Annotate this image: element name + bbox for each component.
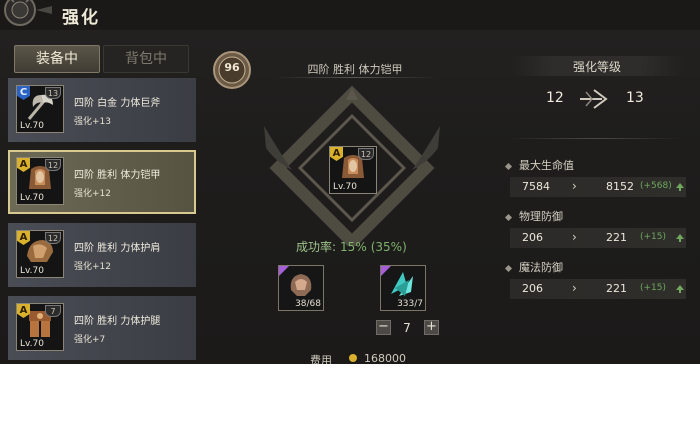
shield-badge: 12 <box>45 159 61 171</box>
stat-row: 206 › 221 (+15) <box>510 279 686 299</box>
list-item[interactable]: A 12 Lv.70 四阶 胜利 力体护肩 强化+12 <box>8 223 196 287</box>
item-slot: A 12 Lv.70 <box>16 157 64 205</box>
item-enhance: 强化+12 <box>74 262 111 272</box>
enhance-level-from: 12 <box>546 90 564 106</box>
stat-title: 魔法防御 <box>504 259 563 275</box>
page-title: 强化 <box>62 8 100 28</box>
list-item[interactable]: C 13 Lv.70 四阶 白金 力体巨斧 强化+13 <box>8 78 196 142</box>
arrow-right-icon <box>580 89 608 109</box>
enhance-level-to: 13 <box>626 90 644 106</box>
shield-badge: 12 <box>358 148 374 160</box>
stat-title: 最大生命值 <box>504 157 574 173</box>
item-name: 四阶 胜利 力体护腿 <box>74 316 161 327</box>
enhance-level-label: 强化等级 <box>572 60 621 74</box>
stat-label: 最大生命值 <box>519 159 574 172</box>
item-slot: A 12 Lv.70 <box>16 230 64 278</box>
shield-badge: 13 <box>45 87 61 99</box>
title-bar: 强化 <box>0 0 700 30</box>
item-level: Lv.70 <box>20 121 44 131</box>
stat-row: 7584 › 8152 (+568) <box>510 177 686 197</box>
stat-row: 206 › 221 (+15) <box>510 228 686 248</box>
success-rate-value: 15% <box>340 240 367 254</box>
material-slot[interactable]: 333/7 <box>380 265 426 311</box>
menu-emblem-icon[interactable] <box>0 0 54 32</box>
stat-to: 221 <box>606 231 627 244</box>
chevron-right-icon: › <box>572 230 577 244</box>
coin-icon <box>349 354 357 362</box>
item-name: 四阶 白金 力体巨斧 <box>74 98 161 109</box>
stat-label: 物理防御 <box>519 210 563 223</box>
stat-diff: (+568) <box>640 181 672 191</box>
selected-item-name: 四阶 胜利 体力铠甲 <box>307 63 403 76</box>
crystal-material-icon <box>391 272 413 296</box>
stat-to: 8152 <box>606 180 634 193</box>
item-name: 四阶 胜利 力体护肩 <box>74 243 161 254</box>
enhance-screen: 强化 装备中 背包中 C 13 Lv.70 四阶 白金 力体巨斧 强化+13 A… <box>0 0 700 364</box>
item-slot: A 7 Lv.70 <box>16 303 64 351</box>
item-enhance: 强化+13 <box>74 117 111 127</box>
quantity-value: 7 <box>403 321 411 335</box>
cost-label: 费用 <box>310 354 332 364</box>
quantity-increase-button[interactable]: + <box>424 320 439 335</box>
stat-from: 7584 <box>522 180 550 193</box>
stat-diff: (+15) <box>640 283 667 293</box>
divider <box>276 77 436 78</box>
power-badge-value: 96 <box>224 61 240 74</box>
list-item-selected[interactable]: A 12 Lv.70 四阶 胜利 体力铠甲 强化+12 <box>8 150 196 214</box>
diamond-icon <box>504 213 513 221</box>
stat-title: 物理防御 <box>504 208 563 224</box>
item-name: 四阶 胜利 体力铠甲 <box>74 170 161 181</box>
stat-from: 206 <box>522 231 543 244</box>
chevron-right-icon: › <box>572 281 577 295</box>
tab-equipped[interactable]: 装备中 <box>14 45 100 73</box>
list-item[interactable]: A 7 Lv.70 四阶 胜利 力体护腿 强化+7 <box>8 296 196 360</box>
item-level: Lv.70 <box>20 339 44 349</box>
material-slot[interactable]: 38/68 <box>278 265 324 311</box>
divider <box>506 138 684 139</box>
stat-diff: (+15) <box>640 232 667 242</box>
success-rate-label: 成功率: <box>296 240 337 254</box>
item-slot: C 13 Lv.70 <box>16 85 64 133</box>
item-level: Lv.70 <box>20 193 44 203</box>
material-count: 333/7 <box>397 299 423 309</box>
material-count: 38/68 <box>295 299 321 309</box>
success-rate-bonus: (35%) <box>370 240 407 254</box>
shield-badge: 7 <box>45 305 61 317</box>
item-enhance: 强化+7 <box>74 335 106 345</box>
armor-material-icon <box>290 274 312 296</box>
diamond-icon <box>504 264 513 272</box>
item-enhance: 强化+12 <box>74 189 111 199</box>
chevron-right-icon: › <box>572 179 577 193</box>
success-rate: 成功率: 15% (35%) <box>296 238 407 255</box>
stat-to: 221 <box>606 282 627 295</box>
arrow-up-icon <box>676 234 684 242</box>
stat-from: 206 <box>522 282 543 295</box>
cost-value: 168000 <box>364 352 406 364</box>
tab-bag[interactable]: 背包中 <box>103 45 189 73</box>
arrow-up-icon <box>676 285 684 293</box>
shield-badge: 12 <box>45 232 61 244</box>
item-level: Lv.70 <box>333 182 357 192</box>
selected-item-slot: A 12 Lv.70 <box>329 146 377 194</box>
stat-label: 魔法防御 <box>519 261 563 274</box>
quantity-decrease-button[interactable]: − <box>376 320 391 335</box>
item-level: Lv.70 <box>20 266 44 276</box>
arrow-up-icon <box>676 183 684 191</box>
diamond-icon <box>504 162 513 170</box>
